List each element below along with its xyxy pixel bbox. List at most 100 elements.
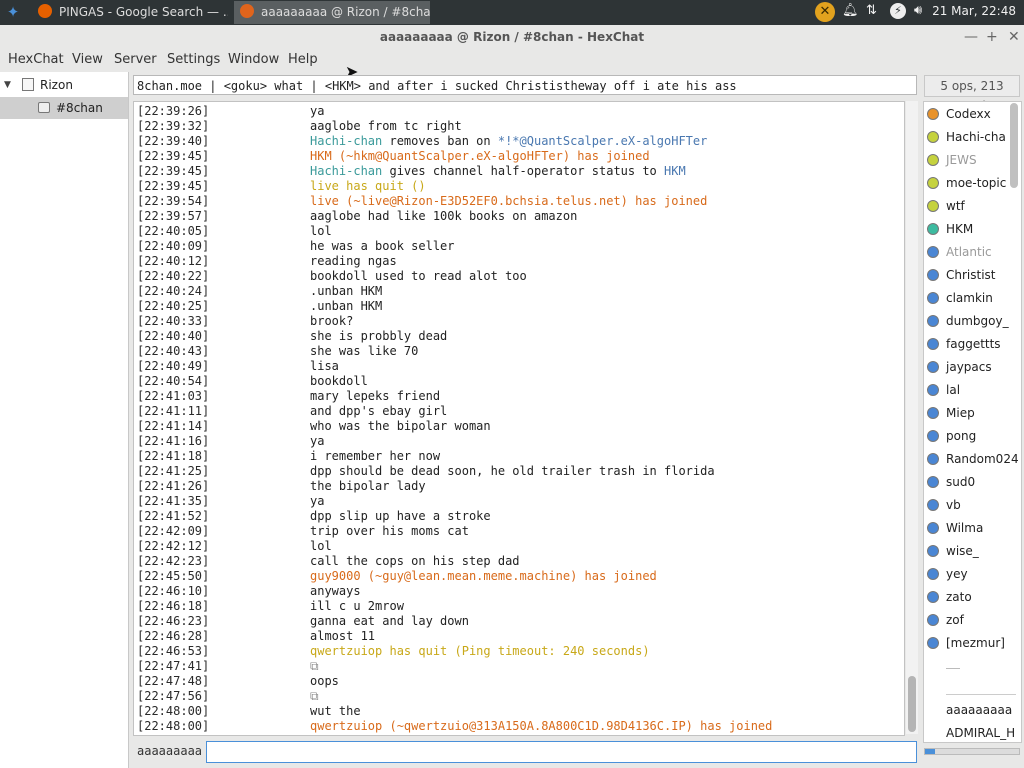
user-name: Atlantic <box>946 245 992 259</box>
chat-timestamp: [22:39:54] <box>137 194 210 208</box>
chat-message: HKM (~hkm@QuantScalper.eX-algoHFTer) has… <box>310 149 650 164</box>
tree-network-label: Rizon <box>40 78 73 92</box>
clock[interactable]: 21 Mar, 22:48 <box>932 4 1016 18</box>
user-status-icon <box>927 591 939 603</box>
user-name: wise_ <box>946 544 979 558</box>
chat-message-segment: reading ngas <box>310 254 397 268</box>
user-name: HKM <box>946 222 974 236</box>
menu-help[interactable]: Help <box>288 52 318 67</box>
chat-message: brook? <box>310 314 353 329</box>
user-list-button[interactable]: aaaaaaaaa <box>946 703 1012 717</box>
hexchat-icon <box>240 4 254 18</box>
chat-message: call the cops on his step dad <box>310 554 520 569</box>
chat-timestamp: [22:40:09] <box>137 239 210 253</box>
power-icon[interactable]: ⚡ <box>890 3 906 19</box>
user-name: JEWS <box>946 153 977 167</box>
user-status-icon <box>927 200 939 212</box>
chat-message: ya <box>310 494 324 509</box>
chat-message: dpp should be dead soon, he old trailer … <box>310 464 715 479</box>
user-name: Hachi-cha <box>946 130 1006 144</box>
app-menu-icon[interactable]: ✦ <box>4 3 22 21</box>
chat-message-segment: aaglobe from tc right <box>310 119 462 133</box>
user-status-icon <box>927 614 939 626</box>
tree-channel-label: #8chan <box>56 101 103 115</box>
chat-timestamp: [22:41:26] <box>137 479 210 493</box>
user-status-icon <box>927 154 939 166</box>
menu-bar: HexChat View Server Settings Window Help <box>0 50 1024 72</box>
chat-scrollbar-thumb[interactable] <box>908 676 916 732</box>
taskbar-task-browser[interactable]: PINGAS - Google Search — ... <box>32 1 228 24</box>
chat-timestamp: [22:45:50] <box>137 569 210 583</box>
chat-message: aaglobe from tc right <box>310 119 462 134</box>
chat-message-segment: i remember her now <box>310 449 441 463</box>
chat-timestamp: [22:41:11] <box>137 404 210 418</box>
user-list-separator <box>946 694 1016 695</box>
menu-view[interactable]: View <box>72 52 103 67</box>
message-input[interactable] <box>206 741 917 763</box>
chat-message: ⧉ <box>310 689 319 704</box>
menu-hexchat[interactable]: HexChat <box>8 52 64 67</box>
chat-timestamp: [22:39:45] <box>137 164 210 178</box>
user-status-icon <box>927 361 939 373</box>
menu-settings[interactable]: Settings <box>167 52 220 67</box>
menu-server[interactable]: Server <box>114 52 157 67</box>
chat-timestamp: [22:39:26] <box>137 104 210 118</box>
notification-bell-icon[interactable]: 🔔︎ <box>842 3 859 18</box>
user-name: jaypacs <box>946 360 992 374</box>
volume-icon[interactable]: 🔊︎ <box>914 3 922 18</box>
close-icon[interactable]: ✕ <box>1008 29 1020 45</box>
chat-timestamp: [22:41:14] <box>137 419 210 433</box>
chat-message-segment: brook? <box>310 314 354 328</box>
chat-message: i remember her now <box>310 449 440 464</box>
chat-message-segment: she was like 70 <box>310 344 419 358</box>
chat-message-segment: live (~live@Rizon-E3D52EF0.bchsia.telus.… <box>310 194 708 208</box>
user-name: wtf <box>946 199 965 213</box>
chat-timestamp: [22:39:40] <box>137 134 210 148</box>
chat-message-segment: guy9000 (~guy@lean.mean.meme.machine) ha… <box>310 569 657 583</box>
chat-message: almost 11 <box>310 629 375 644</box>
chat-message-segment: *!*@QuantScalper.eX-algoHFTer <box>497 134 708 148</box>
chat-timestamp: [22:39:57] <box>137 209 210 223</box>
chat-message-segment: .unban HKM <box>310 284 383 298</box>
chat-message-segment: lisa <box>310 359 339 373</box>
chat-timestamp: [22:47:56] <box>137 689 210 703</box>
network-icon[interactable]: ⇅ <box>866 3 877 18</box>
taskbar-task-hexchat[interactable]: aaaaaaaaa @ Rizon / #8cha... <box>234 1 430 24</box>
chat-timestamp: [22:40:49] <box>137 359 210 373</box>
chat-message: oops <box>310 674 339 689</box>
menu-window[interactable]: Window <box>228 52 279 67</box>
chat-message-segment: gives channel half-operator status to <box>382 164 665 178</box>
user-status-icon <box>927 246 939 258</box>
user-status-icon <box>927 453 939 465</box>
hexchat-tray-icon[interactable]: ✕ <box>815 2 835 22</box>
topic-bar[interactable]: 8chan.moe | <goku> what | <HKM> and afte… <box>133 75 917 95</box>
chat-message-segment: and dpp's ebay girl <box>310 404 448 418</box>
chat-message: she was like 70 <box>310 344 418 359</box>
nick-button[interactable]: aaaaaaaaa <box>137 744 202 758</box>
user-status-icon <box>927 637 939 649</box>
tree-network-rizon[interactable]: ▼ Rizon <box>0 74 128 96</box>
chat-timestamp: [22:40:25] <box>137 299 210 313</box>
chat-message-segment: qwertzuiop has quit (Ping timeout: 240 s… <box>310 644 650 658</box>
minimize-icon[interactable]: — <box>964 29 978 45</box>
chat-message: ya <box>310 434 324 449</box>
chat-message: qwertzuiop has quit (Ping timeout: 240 s… <box>310 644 650 659</box>
chat-timestamp: [22:46:18] <box>137 599 210 613</box>
user-list[interactable]: Codexx Hachi-cha JEWS moe-topic wtf HKM Atlant… <box>923 101 1022 743</box>
user-list-scrollbar-thumb[interactable] <box>1010 103 1018 188</box>
chat-message-segment: he was a book seller <box>310 239 455 253</box>
maximize-icon[interactable]: + <box>986 29 998 45</box>
user-name: pong <box>946 429 977 443</box>
user-name: faggettts <box>946 337 1001 351</box>
chat-timestamp: [22:40:54] <box>137 374 210 388</box>
user-name: Random024 <box>946 452 1019 466</box>
tree-channel-8chan[interactable]: #8chan <box>0 97 128 119</box>
taskbar: ✦ PINGAS - Google Search — ... aaaaaaaaa… <box>0 0 1024 25</box>
user-list-button[interactable]: ADMIRAL_H <box>946 726 1015 740</box>
chat-scrollbar[interactable] <box>906 101 918 734</box>
chat-timestamp: [22:41:52] <box>137 509 210 523</box>
expand-arrow-icon[interactable]: ▼ <box>4 74 11 96</box>
user-status-icon <box>927 108 939 120</box>
chat-log[interactable]: [22:39:26]vbya[22:39:32]vbaaglobe from t… <box>133 101 905 736</box>
user-status-icon <box>927 131 939 143</box>
